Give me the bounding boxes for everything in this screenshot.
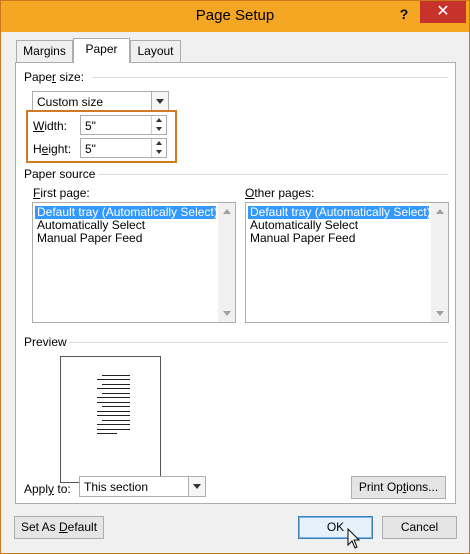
paper-source-label: Paper source [24, 167, 96, 181]
first-page-list[interactable]: Default tray (Automatically Select) Auto… [32, 202, 236, 323]
list-item[interactable]: Manual Paper Feed [248, 232, 355, 245]
paper-size-select[interactable]: Custom size [32, 91, 169, 112]
paper-size-label: Paper size: [24, 70, 85, 84]
size-highlight-box [26, 110, 177, 163]
set-as-default-button[interactable]: Set As Default [14, 516, 104, 539]
paper-source-divider [98, 174, 448, 175]
tab-paper[interactable]: Paper [73, 38, 130, 63]
page-preview-thumbnail [60, 356, 161, 483]
preview-divider [69, 342, 448, 343]
scroll-up-icon[interactable] [223, 209, 231, 214]
cancel-button[interactable]: Cancel [382, 516, 457, 539]
first-page-label: First page: [33, 186, 90, 200]
scroll-down-icon[interactable] [436, 311, 444, 316]
chevron-down-icon[interactable] [188, 477, 205, 496]
vertical-scrollbar[interactable] [218, 203, 235, 322]
close-button[interactable]: ✕ [420, 1, 466, 23]
tab-layout[interactable]: Layout [130, 40, 181, 62]
print-options-button[interactable]: Print Options... [351, 476, 446, 499]
scroll-down-icon[interactable] [223, 311, 231, 316]
scroll-up-icon[interactable] [436, 209, 444, 214]
ok-button[interactable]: OK [298, 516, 373, 539]
apply-to-label: Apply to: [24, 482, 71, 496]
paper-size-value: Custom size [37, 95, 104, 109]
help-button[interactable]: ? [392, 3, 416, 25]
apply-to-value: This section [84, 480, 149, 494]
title-bar[interactable]: Page Setup ? ✕ [1, 1, 469, 32]
other-pages-label: Other pages: [245, 186, 315, 200]
chevron-down-icon[interactable] [151, 92, 168, 111]
list-item[interactable]: Manual Paper Feed [35, 232, 142, 245]
paper-size-divider [92, 77, 448, 78]
page-setup-dialog: Page Setup ? ✕ Margins Paper Layout Pape… [0, 0, 470, 554]
preview-label: Preview [24, 335, 67, 349]
tab-margins[interactable]: Margins [16, 40, 73, 62]
vertical-scrollbar[interactable] [431, 203, 448, 322]
apply-to-select[interactable]: This section [79, 476, 206, 497]
mouse-pointer-icon [347, 528, 361, 549]
other-pages-list[interactable]: Default tray (Automatically Select) Auto… [245, 202, 449, 323]
